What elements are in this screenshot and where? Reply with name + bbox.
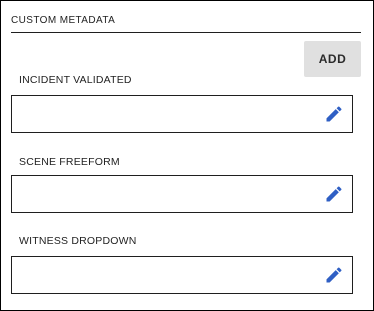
field-incident-validated[interactable] bbox=[11, 95, 353, 133]
field-label-witness-dropdown: WITNESS DROPDOWN bbox=[19, 235, 137, 247]
field-witness-dropdown[interactable] bbox=[11, 256, 353, 294]
field-label-incident-validated: INCIDENT VALIDATED bbox=[19, 74, 132, 86]
pencil-icon[interactable] bbox=[324, 265, 344, 285]
field-scene-freeform[interactable] bbox=[11, 175, 353, 213]
section-title: CUSTOM METADATA bbox=[11, 15, 116, 26]
section-divider bbox=[11, 32, 361, 33]
custom-metadata-panel: CUSTOM METADATA ADD INCIDENT VALIDATED S… bbox=[0, 0, 374, 311]
add-button[interactable]: ADD bbox=[304, 41, 361, 77]
field-label-scene-freeform: SCENE FREEFORM bbox=[19, 156, 120, 168]
pencil-icon[interactable] bbox=[324, 104, 344, 124]
pencil-icon[interactable] bbox=[324, 184, 344, 204]
